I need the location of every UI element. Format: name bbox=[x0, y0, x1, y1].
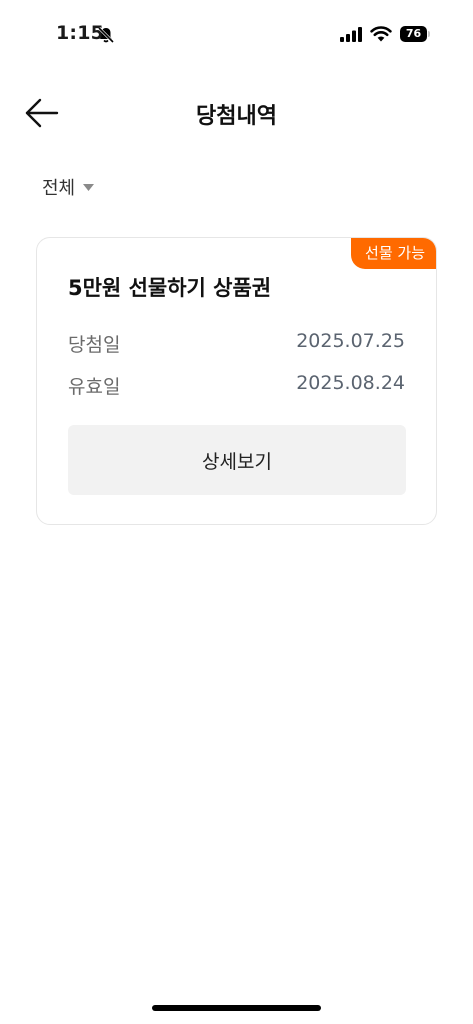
battery-icon: 76 bbox=[400, 26, 430, 42]
gift-available-badge: 선물 가능 bbox=[351, 238, 436, 269]
win-date-row: 당첨일 2025.07.25 bbox=[68, 330, 405, 357]
battery-level: 76 bbox=[400, 26, 427, 42]
win-date-label: 당첨일 bbox=[68, 334, 121, 356]
battery-cap bbox=[428, 31, 430, 37]
home-indicator[interactable] bbox=[152, 1005, 321, 1011]
win-date-value: 2025.07.25 bbox=[296, 330, 405, 352]
filter-dropdown[interactable]: 전체 bbox=[42, 174, 95, 200]
bell-off-icon bbox=[97, 26, 115, 44]
header: 당첨내역 bbox=[0, 84, 473, 140]
expire-date-value: 2025.08.24 bbox=[296, 372, 405, 394]
signal-icon bbox=[340, 27, 362, 42]
wifi-icon bbox=[370, 26, 392, 42]
prize-card: 선물 가능 5만원 선물하기 상품권 당첨일 2025.07.25 유효일 20… bbox=[36, 237, 437, 525]
screen: 1:15 76 당첨내역 전체 선물 가능 5만원 선물하기 상품권 당첨일 2… bbox=[0, 0, 473, 1024]
caret-down-icon bbox=[83, 183, 95, 191]
filter-label: 전체 bbox=[42, 178, 76, 199]
page-title: 당첨내역 bbox=[196, 104, 277, 129]
detail-button[interactable]: 상세보기 bbox=[68, 425, 406, 495]
expire-date-label: 유효일 bbox=[68, 376, 121, 398]
prize-name: 5만원 선물하기 상품권 bbox=[68, 276, 272, 300]
expire-date-row: 유효일 2025.08.24 bbox=[68, 372, 405, 399]
status-bar: 1:15 76 bbox=[0, 0, 473, 70]
